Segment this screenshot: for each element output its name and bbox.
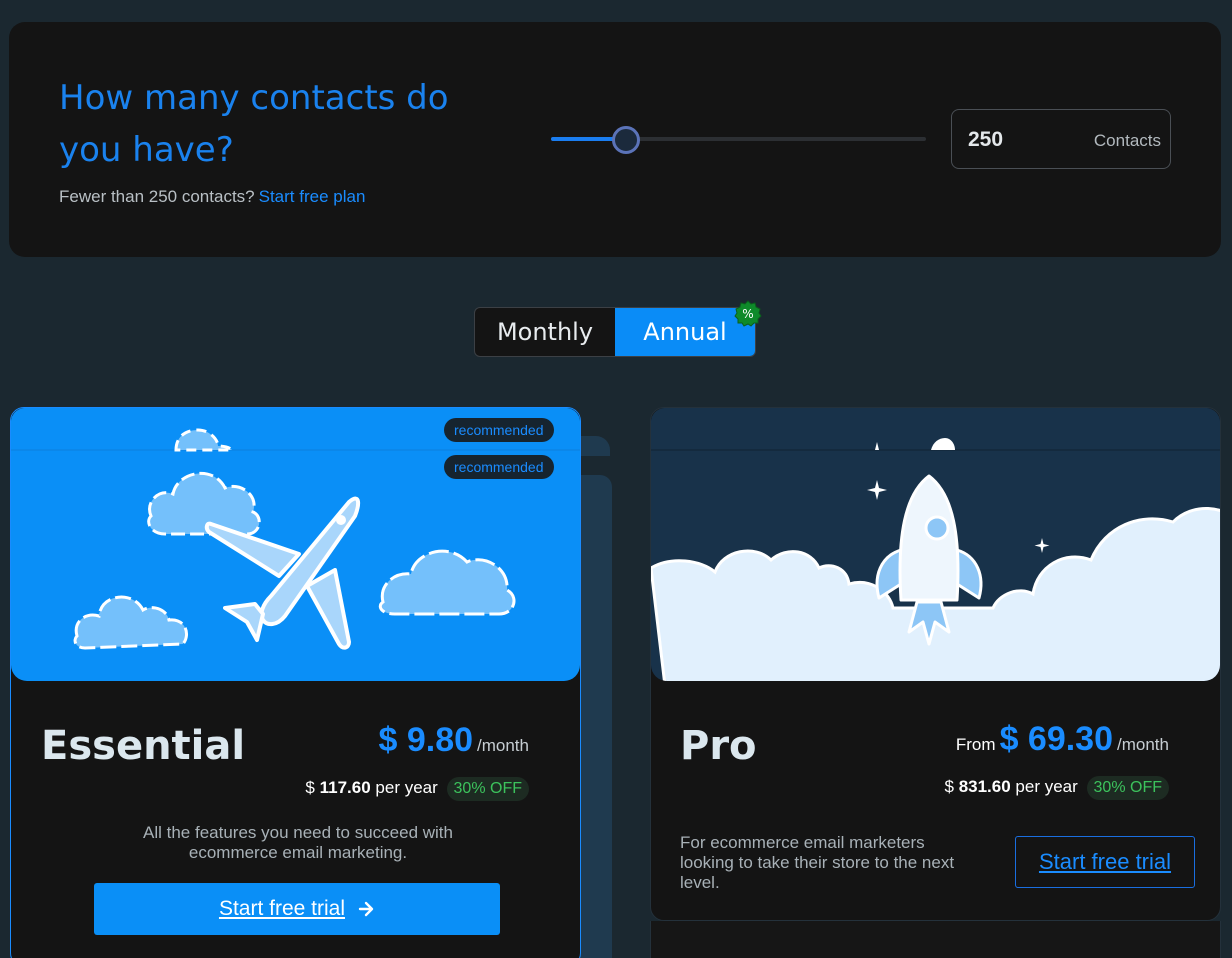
discount-pill-essential: 30% OFF [446, 777, 529, 801]
plan-card-essential: recommended recommended Essential $ 9.80… [10, 407, 581, 958]
yearly-amount-essential: 117.60 [319, 778, 371, 797]
rocket-illustration-icon [651, 408, 1220, 681]
contacts-slider[interactable] [551, 126, 926, 154]
yearly-currency: $ [944, 777, 954, 796]
plan-description-pro: For ecommerce email marketers looking to… [680, 833, 955, 892]
card-stack-shadow-top [580, 436, 610, 456]
price-per-month-pro: /month [1117, 735, 1169, 754]
discount-pill-pro: 30% OFF [1086, 776, 1169, 800]
pro-illustration [651, 408, 1220, 681]
card-stack-shadow-pro [650, 921, 1221, 958]
start-free-trial-button-essential[interactable]: Start free trial [94, 883, 500, 935]
contacts-subtitle-text: Fewer than 250 contacts? [59, 187, 255, 206]
plan-name-essential: Essential [41, 723, 246, 769]
plan-description-essential: All the features you need to succeed wit… [143, 823, 453, 862]
price-from-label: From [955, 735, 996, 754]
start-free-trial-label: Start free trial [218, 897, 346, 920]
contacts-value[interactable]: 250 [968, 128, 1003, 152]
price-pro: From $ 69.30/month [956, 720, 1169, 759]
contacts-input[interactable]: 250 Contacts [951, 109, 1171, 169]
billing-toggle: Monthly Annual % [474, 300, 762, 357]
plan-card-pro: Pro From $ 69.30/month $ 831.60 per year … [650, 407, 1221, 921]
price-amount-pro: $ 69.30 [999, 720, 1114, 758]
contacts-panel: How many contacts do you have? Fewer tha… [9, 22, 1221, 257]
yearly-price-essential: $ 117.60 per year 30% OFF [305, 777, 529, 801]
billing-option-monthly[interactable]: Monthly [475, 308, 615, 356]
plan-name-pro: Pro [680, 723, 757, 769]
start-free-trial-button-pro[interactable]: Start free trial [1015, 836, 1195, 888]
yearly-price-pro: $ 831.60 per year 30% OFF [944, 776, 1169, 800]
start-free-plan-link[interactable]: Start free plan [259, 187, 366, 206]
yearly-currency: $ [305, 778, 315, 797]
recommended-badge-secondary: recommended [444, 455, 554, 479]
airplane-illustration-icon [11, 408, 580, 650]
price-amount-essential: $ 9.80 [378, 721, 474, 759]
price-per-month-essential: /month [477, 736, 529, 755]
arrow-right-icon [358, 901, 374, 917]
yearly-suffix: per year [1015, 777, 1078, 796]
yearly-suffix: per year [375, 778, 438, 797]
contacts-subtitle: Fewer than 250 contacts? Start free plan [59, 187, 365, 207]
slider-thumb[interactable] [612, 126, 640, 154]
contacts-heading: How many contacts do you have? [59, 78, 449, 170]
discount-symbol: % [742, 307, 753, 321]
yearly-amount-pro: 831.60 [958, 777, 1011, 796]
card-stack-shadow [580, 475, 612, 958]
discount-badge-icon: % [734, 300, 762, 327]
recommended-badge: recommended [444, 418, 554, 442]
essential-illustration [11, 408, 580, 681]
contacts-unit-label: Contacts [1093, 131, 1161, 150]
price-essential: $ 9.80/month [378, 721, 529, 760]
